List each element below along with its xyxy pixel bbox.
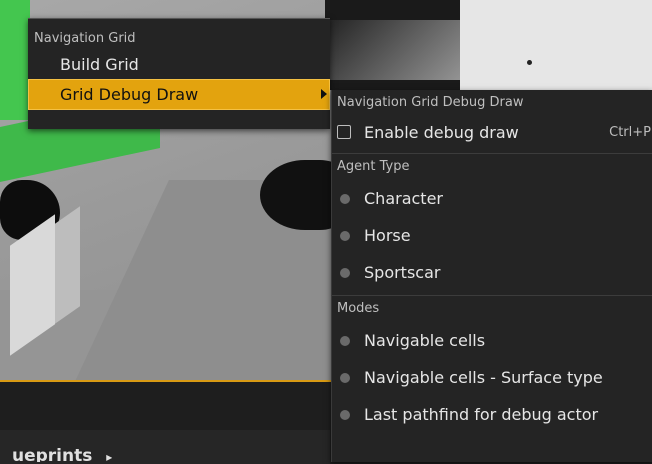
section-header-navigation-grid: Navigation Grid [34,31,136,46]
grid-debug-draw-menu-item[interactable]: Grid Debug Draw [28,79,330,110]
mode-option-last-pathfind[interactable]: Last pathfind for debug actor [332,396,652,433]
white-pillar-side [55,206,80,324]
build-grid-menu-item[interactable]: Build Grid [28,50,330,79]
navigation-grid-menu: Navigation Grid Build Grid Grid Debug Dr… [28,18,330,129]
radio-dot-icon [340,336,350,346]
light-block [460,0,652,90]
section-header-agent-type: Agent Type [337,159,410,174]
option-label: Navigable cells - Surface type [364,368,603,387]
chevron-right-icon [321,89,327,99]
option-label: Sportscar [364,263,441,282]
menu-item-label: Grid Debug Draw [60,85,199,104]
chevron-right-icon: ▸ [106,450,113,462]
radio-dot-icon [340,231,350,241]
mode-option-navigable-cells-surface-type[interactable]: Navigable cells - Surface type [332,359,652,396]
grid-debug-draw-submenu: Navigation Grid Debug Draw Enable debug … [331,90,652,462]
section-header-modes: Modes [337,301,380,316]
agent-type-option-sportscar[interactable]: Sportscar [332,254,652,291]
option-label: Last pathfind for debug actor [364,405,599,424]
shortcut-label: Ctrl+P [609,125,651,140]
block-gradient [330,20,470,80]
menu-item-label: Build Grid [60,55,139,74]
enable-debug-draw-item[interactable]: Enable debug draw Ctrl+P [332,116,652,149]
checkbox-icon[interactable] [337,125,351,139]
radio-dot-icon [340,410,350,420]
mode-option-navigable-cells[interactable]: Navigable cells [332,322,652,359]
radio-dot-icon [340,268,350,278]
option-label: Horse [364,226,411,245]
green-block [0,0,30,120]
agent-type-option-character[interactable]: Character [332,180,652,217]
enable-debug-draw-label: Enable debug draw [364,123,519,142]
blueprints-label-text: ueprints [12,446,93,462]
marker-dot [527,60,532,65]
radio-dot-icon [340,194,350,204]
blueprints-menu-label[interactable]: ueprints ▸ [12,443,112,462]
section-header-debug-draw: Navigation Grid Debug Draw [337,95,524,110]
option-label: Navigable cells [364,331,486,350]
radio-dot-icon [340,373,350,383]
agent-type-option-horse[interactable]: Horse [332,217,652,254]
option-label: Character [364,189,443,208]
